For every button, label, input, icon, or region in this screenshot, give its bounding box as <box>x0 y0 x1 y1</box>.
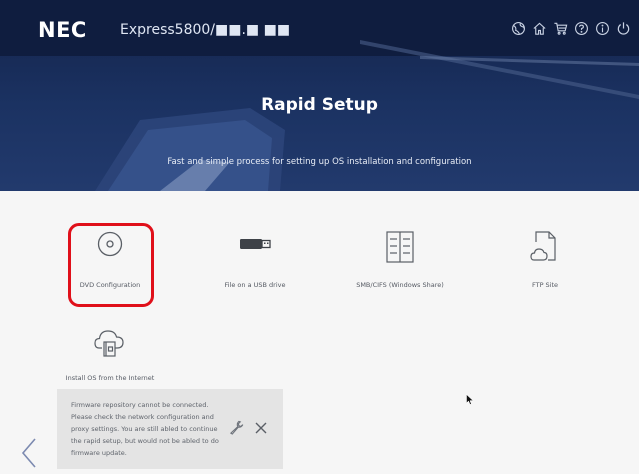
power-icon[interactable] <box>616 21 631 36</box>
option-install-os-internet[interactable]: Install OS from the Internet <box>55 326 165 386</box>
option-usb-drive[interactable]: File on a USB drive <box>205 230 305 300</box>
product-name: Express5800/■■.■ ■■ <box>120 22 291 38</box>
cart-icon[interactable] <box>553 21 568 36</box>
globe-icon[interactable] <box>511 21 526 36</box>
usb-drive-icon <box>240 239 271 249</box>
page-title: Rapid Setup <box>261 95 378 115</box>
cloud-file-icon <box>530 231 556 261</box>
option-label: File on a USB drive <box>224 281 286 289</box>
selection-highlight <box>68 223 154 307</box>
header-banner: NEC Express5800/■■.■ ■■ Rapid Setup Fast… <box>0 0 639 191</box>
nec-logo: NEC <box>38 18 87 42</box>
option-smb-cifs[interactable]: SMB/CIFS (Windows Share) <box>340 230 460 300</box>
server-share-icon <box>386 231 414 263</box>
help-icon[interactable] <box>574 21 589 36</box>
close-icon[interactable] <box>254 421 268 435</box>
mouse-cursor-icon <box>466 394 474 405</box>
back-arrow-icon[interactable] <box>19 437 39 469</box>
option-label: Install OS from the Internet <box>65 374 155 382</box>
page-subtitle: Fast and simple process for setting up O… <box>167 157 472 167</box>
option-ftp-site[interactable]: FTP Site <box>495 230 595 300</box>
option-label: FTP Site <box>531 281 559 289</box>
option-label: SMB/CIFS (Windows Share) <box>356 281 444 289</box>
cloud-download-icon <box>94 330 124 357</box>
info-icon[interactable] <box>595 21 610 36</box>
home-icon[interactable] <box>532 21 547 36</box>
firmware-notice: Firmware repository cannot be connected.… <box>57 389 283 469</box>
wrench-icon[interactable] <box>229 420 244 435</box>
notice-message: Firmware repository cannot be connected.… <box>71 401 219 457</box>
top-icon-bar <box>511 21 631 36</box>
